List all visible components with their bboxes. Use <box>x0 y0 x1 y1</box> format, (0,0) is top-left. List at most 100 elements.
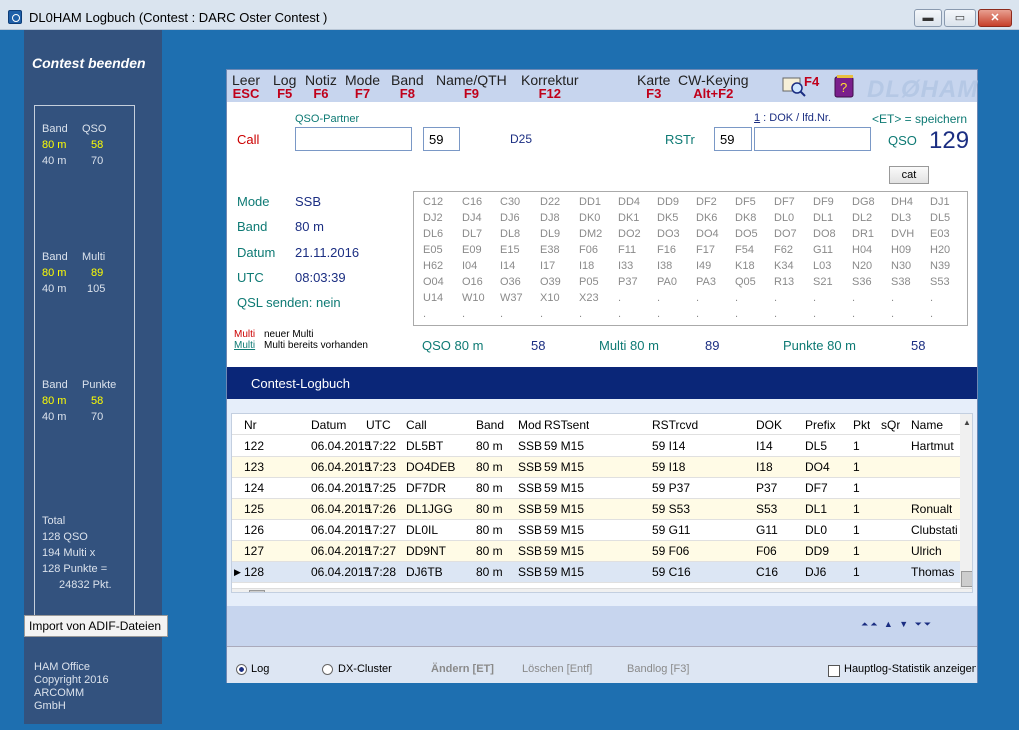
table-cell: 1 <box>853 544 860 558</box>
column-header: Nr <box>244 418 257 432</box>
punkte-band-value: 58 <box>911 338 926 353</box>
rstr-input[interactable]: 59 <box>714 127 752 151</box>
total-label: Total <box>42 515 66 527</box>
scroll-thumb[interactable] <box>961 571 972 587</box>
multiplier-cell: N30 <box>891 260 912 272</box>
bandlog-button[interactable]: Bandlog [F3] <box>627 663 689 675</box>
tb-leer[interactable]: Leer ESC <box>232 73 260 101</box>
multiplier-cell: DL8 <box>500 228 521 240</box>
bottom-bar: Log DX-Cluster Ändern [ET] Löschen [Entf… <box>227 646 977 683</box>
table-cell: 17:23 <box>366 460 397 474</box>
multiplier-cell: E38 <box>540 244 560 256</box>
horizontal-scrollbar[interactable]: ◀ ▶ <box>232 588 972 592</box>
table-cell: 59 I18 <box>652 460 686 474</box>
minimize-button[interactable]: ▬ <box>914 9 942 27</box>
punkte-band-label: Punkte 80 m <box>783 338 856 353</box>
rst-sent-input[interactable]: 59 <box>423 127 460 151</box>
record-nav-buttons[interactable]: ⏶⏶ ▲ ▼ ⏷⏷ <box>861 619 933 630</box>
scroll-up-icon[interactable]: ▲ <box>963 418 971 427</box>
tb-key: F5 <box>277 86 293 101</box>
multiplier-cell: . <box>423 308 427 320</box>
scroll-left-icon[interactable]: ◀ <box>237 591 243 592</box>
table-row[interactable]: 126 06.04.2015 17:27 DL0IL 80 m SSB 59 M15 59 G… <box>232 520 962 541</box>
table-row[interactable]: 122 06.04.2015 17:22 DL5BT 80 m SSB 59 M15 59 I… <box>232 436 962 457</box>
table-row[interactable]: 127 06.04.2015 17:27 DD9NT 80 m SSB 59 M15 59 F… <box>232 541 962 562</box>
multiplier-cell: X10 <box>540 292 560 304</box>
tb-key: F9 <box>463 86 479 101</box>
log-table[interactable]: Nr Datum UTC Call Band Mod RSTsent RSTrcvd DOK Pr… <box>231 413 973 593</box>
stat-header: Band <box>42 123 68 135</box>
multiplier-cell: DF5 <box>735 196 756 208</box>
title-bar: DL0HAM Logbuch (Contest : DARC Oster Con… <box>0 0 1019 30</box>
multiplier-cell: E05 <box>423 244 443 256</box>
stat-checkbox[interactable] <box>828 665 840 677</box>
legend-exist-text: Multi bereits vorhanden <box>264 340 368 351</box>
table-row[interactable]: 128 06.04.2015 17:28 DJ6TB 80 m SSB 59 M15 59 C… <box>232 562 962 583</box>
table-cell: 59 M15 <box>544 439 585 453</box>
table-cell: SSB <box>518 565 543 579</box>
column-header: Mod <box>518 418 542 432</box>
multiplier-cell: P37 <box>618 276 638 288</box>
table-cell: SSB <box>518 523 543 537</box>
multiplier-cell: F06 <box>579 244 598 256</box>
table-cell: 06.04.2015 <box>311 439 372 453</box>
map-search-icon[interactable] <box>782 75 806 97</box>
vertical-scrollbar[interactable]: ▲ <box>960 414 972 588</box>
table-row[interactable]: 125 06.04.2015 17:26 DL1JGG 80 m SSB 59 M15 59 … <box>232 499 962 520</box>
dx-cluster-radio[interactable] <box>322 664 333 675</box>
multiplier-cell: O04 <box>423 276 444 288</box>
multiplier-cell: DD4 <box>618 196 641 208</box>
table-row[interactable]: 123 06.04.2015 17:23 DO4DEB 80 m SSB 59 M15 59 … <box>232 457 962 478</box>
multiplier-cell: . <box>852 292 856 304</box>
log-radio[interactable] <box>236 664 247 675</box>
multiplier-cell: F17 <box>696 244 715 256</box>
multiplier-cell: PA0 <box>657 276 677 288</box>
table-cell: 80 m <box>476 460 503 474</box>
log-radio-label: Log <box>251 663 270 675</box>
multiplier-cell: Q05 <box>735 276 756 288</box>
dok-hint-text: : DOK / lfd.Nr. <box>760 112 832 124</box>
tb-mode[interactable]: Mode F7 <box>345 73 380 101</box>
tb-notiz[interactable]: Notiz F6 <box>305 73 337 101</box>
multiplier-cell: H62 <box>423 260 444 272</box>
table-cell: 126 <box>244 523 265 537</box>
table-cell: C16 <box>756 565 779 579</box>
book-icon[interactable]: ? <box>831 73 857 99</box>
maximize-button[interactable]: ▭ <box>944 9 976 27</box>
call-input[interactable] <box>295 127 412 151</box>
table-cell: 06.04.2015 <box>311 544 372 558</box>
cat-button[interactable]: cat <box>889 166 929 184</box>
multiplier-cell: P05 <box>579 276 599 288</box>
stat-header: Punkte <box>82 379 117 391</box>
table-cell: 1 <box>853 502 860 516</box>
table-cell: DD9NT <box>406 544 447 558</box>
stat-cell: 70 <box>91 411 104 423</box>
close-button[interactable]: ✕ <box>978 9 1012 27</box>
tb-name-qth[interactable]: Name/QTH F9 <box>436 73 507 101</box>
multiplier-cell: O16 <box>462 276 483 288</box>
multiplier-cell: I14 <box>500 260 516 272</box>
hscroll-thumb[interactable] <box>249 590 265 592</box>
table-cell: DF7 <box>805 481 828 495</box>
tb-korrektur[interactable]: Korrektur F12 <box>521 73 579 101</box>
multiplier-cell: H09 <box>891 244 912 256</box>
tb-log[interactable]: Log F5 <box>273 73 296 101</box>
main-panel: Leer ESC Log F5 Notiz F6 Mode F7 Band F8 Name… <box>226 69 978 683</box>
multiplier-cell: DL9 <box>540 228 561 240</box>
multiplier-cell: . <box>657 292 661 304</box>
tb-band[interactable]: Band F8 <box>391 73 424 101</box>
loeschen-button[interactable]: Löschen [Entf] <box>522 663 592 675</box>
scroll-right-icon[interactable]: ▶ <box>962 591 968 592</box>
table-cell: 17:27 <box>366 544 397 558</box>
table-cell: 59 S53 <box>652 502 691 516</box>
aendern-button[interactable]: Ändern [ET] <box>431 663 494 675</box>
table-cell: 06.04.2015 <box>311 502 372 516</box>
tb-karte[interactable]: Karte F3 <box>637 73 670 101</box>
contest-end-button[interactable]: Contest beenden <box>32 55 146 71</box>
dok-input[interactable] <box>754 127 871 151</box>
tb-cw-keying[interactable]: CW-Keying Alt+F2 <box>678 73 749 101</box>
table-row[interactable]: 124 06.04.2015 17:25 DF7DR 80 m SSB 59 M15 59 P… <box>232 478 962 499</box>
multiplier-cell: DO5 <box>735 228 758 240</box>
mode-label: Mode <box>237 194 270 209</box>
multiplier-cell: S53 <box>930 276 950 288</box>
